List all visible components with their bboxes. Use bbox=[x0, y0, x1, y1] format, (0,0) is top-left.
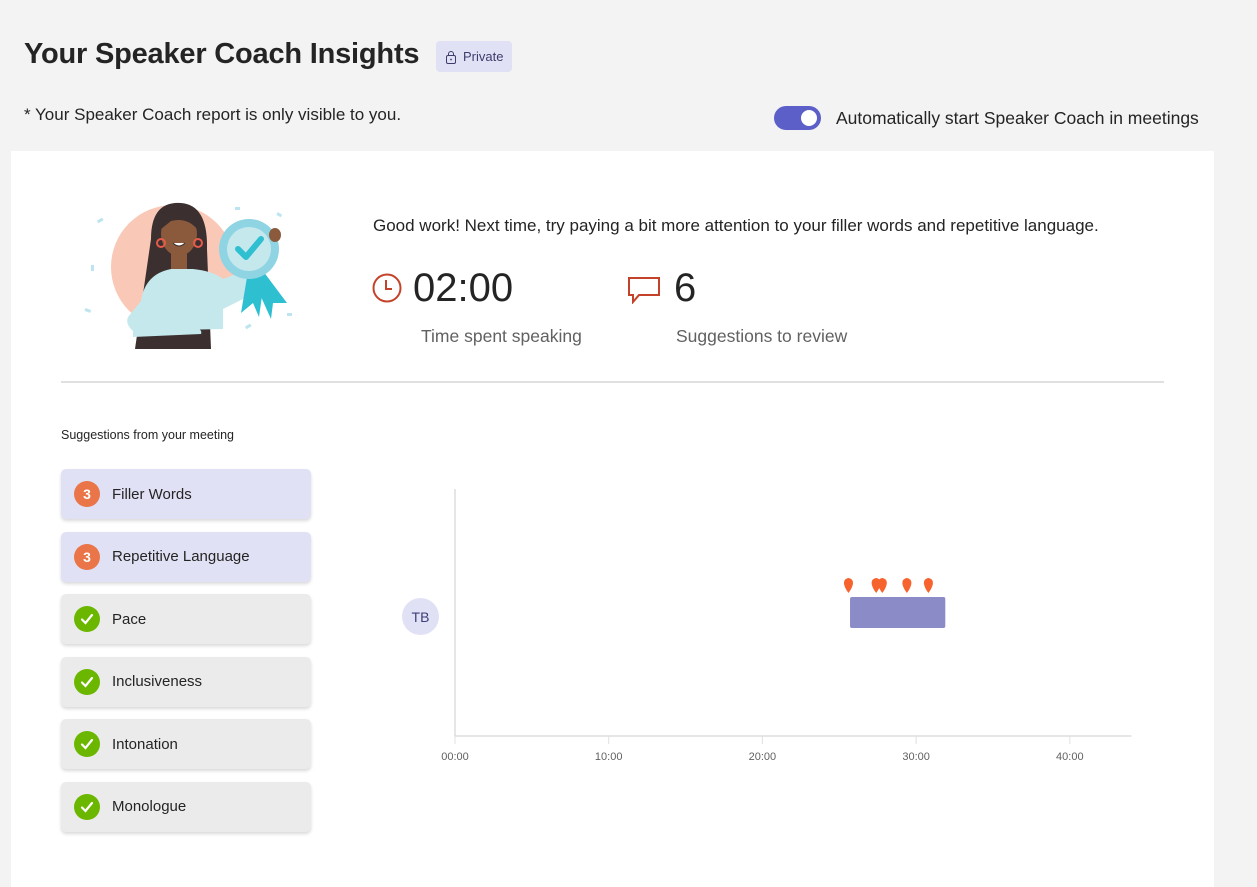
private-badge-label: Private bbox=[463, 49, 504, 64]
check-icon bbox=[74, 793, 100, 820]
suggestions-title: Suggestions from your meeting bbox=[61, 428, 235, 442]
speaking-segment-bar bbox=[850, 597, 946, 628]
suggestion-inclusiveness[interactable]: Inclusiveness bbox=[61, 656, 311, 707]
check-icon bbox=[74, 606, 100, 632]
suggestion-marker bbox=[923, 578, 933, 593]
suggestion-marker bbox=[902, 578, 912, 593]
celebration-illustration bbox=[84, 202, 292, 349]
suggestion-marker bbox=[843, 578, 853, 593]
clock-icon bbox=[372, 273, 402, 303]
stat-label: Time spent speaking bbox=[421, 326, 582, 346]
auto-start-label: Automatically start Speaker Coach in mee… bbox=[836, 107, 1199, 128]
summary-message: Good work! Next time, try paying a bit m… bbox=[373, 216, 1099, 235]
toggle-knob bbox=[801, 110, 817, 126]
visibility-note: * Your Speaker Coach report is only visi… bbox=[24, 105, 402, 124]
suggestion-label: Intonation bbox=[112, 735, 178, 753]
stat-value: 6 bbox=[674, 266, 697, 310]
x-tick-label: 00:00 bbox=[441, 751, 469, 763]
suggestion-marker bbox=[877, 578, 887, 593]
check-icon bbox=[74, 731, 100, 757]
stat-value: 02:00 bbox=[413, 266, 514, 310]
check-icon bbox=[74, 668, 100, 695]
count-badge: 3 bbox=[74, 543, 100, 570]
suggestion-monologue[interactable]: Monologue bbox=[61, 781, 311, 832]
suggestions-list: 3 Filler Words 3 Repetitive Language Pac… bbox=[61, 469, 311, 844]
page-title: Your Speaker Coach Insights bbox=[24, 38, 420, 70]
speaking-timeline-chart: 00:00 10:00 20:00 30:00 40:00 bbox=[441, 489, 1132, 763]
x-tick-label: 40:00 bbox=[1056, 751, 1084, 763]
suggestion-intonation[interactable]: Intonation bbox=[61, 719, 311, 769]
lock-icon bbox=[446, 50, 456, 64]
suggestion-filler-words[interactable]: 3 Filler Words bbox=[61, 469, 311, 519]
x-tick-label: 10:00 bbox=[595, 751, 623, 763]
suggestion-pace[interactable]: Pace bbox=[61, 594, 311, 644]
suggestion-label: Repetitive Language bbox=[112, 548, 250, 565]
auto-start-setting: Automatically start Speaker Coach in mee… bbox=[774, 106, 1199, 130]
count-badge: 3 bbox=[74, 481, 100, 507]
suggestion-label: Monologue bbox=[112, 798, 187, 815]
private-badge: Private bbox=[436, 41, 513, 72]
suggestion-label: Pace bbox=[112, 610, 147, 628]
suggestion-repetitive-language[interactable]: 3 Repetitive Language bbox=[61, 531, 311, 582]
suggestion-label: Inclusiveness bbox=[112, 673, 203, 690]
auto-start-toggle[interactable] bbox=[774, 106, 821, 130]
x-tick-label: 30:00 bbox=[902, 751, 930, 763]
stat-label: Suggestions to review bbox=[676, 326, 848, 346]
comment-icon bbox=[628, 277, 660, 304]
suggestion-label: Filler Words bbox=[112, 485, 192, 503]
section-divider bbox=[61, 381, 1164, 383]
insights-card: Good work! Next time, try paying a bit m… bbox=[11, 151, 1214, 887]
x-tick-label: 20:00 bbox=[749, 751, 777, 763]
